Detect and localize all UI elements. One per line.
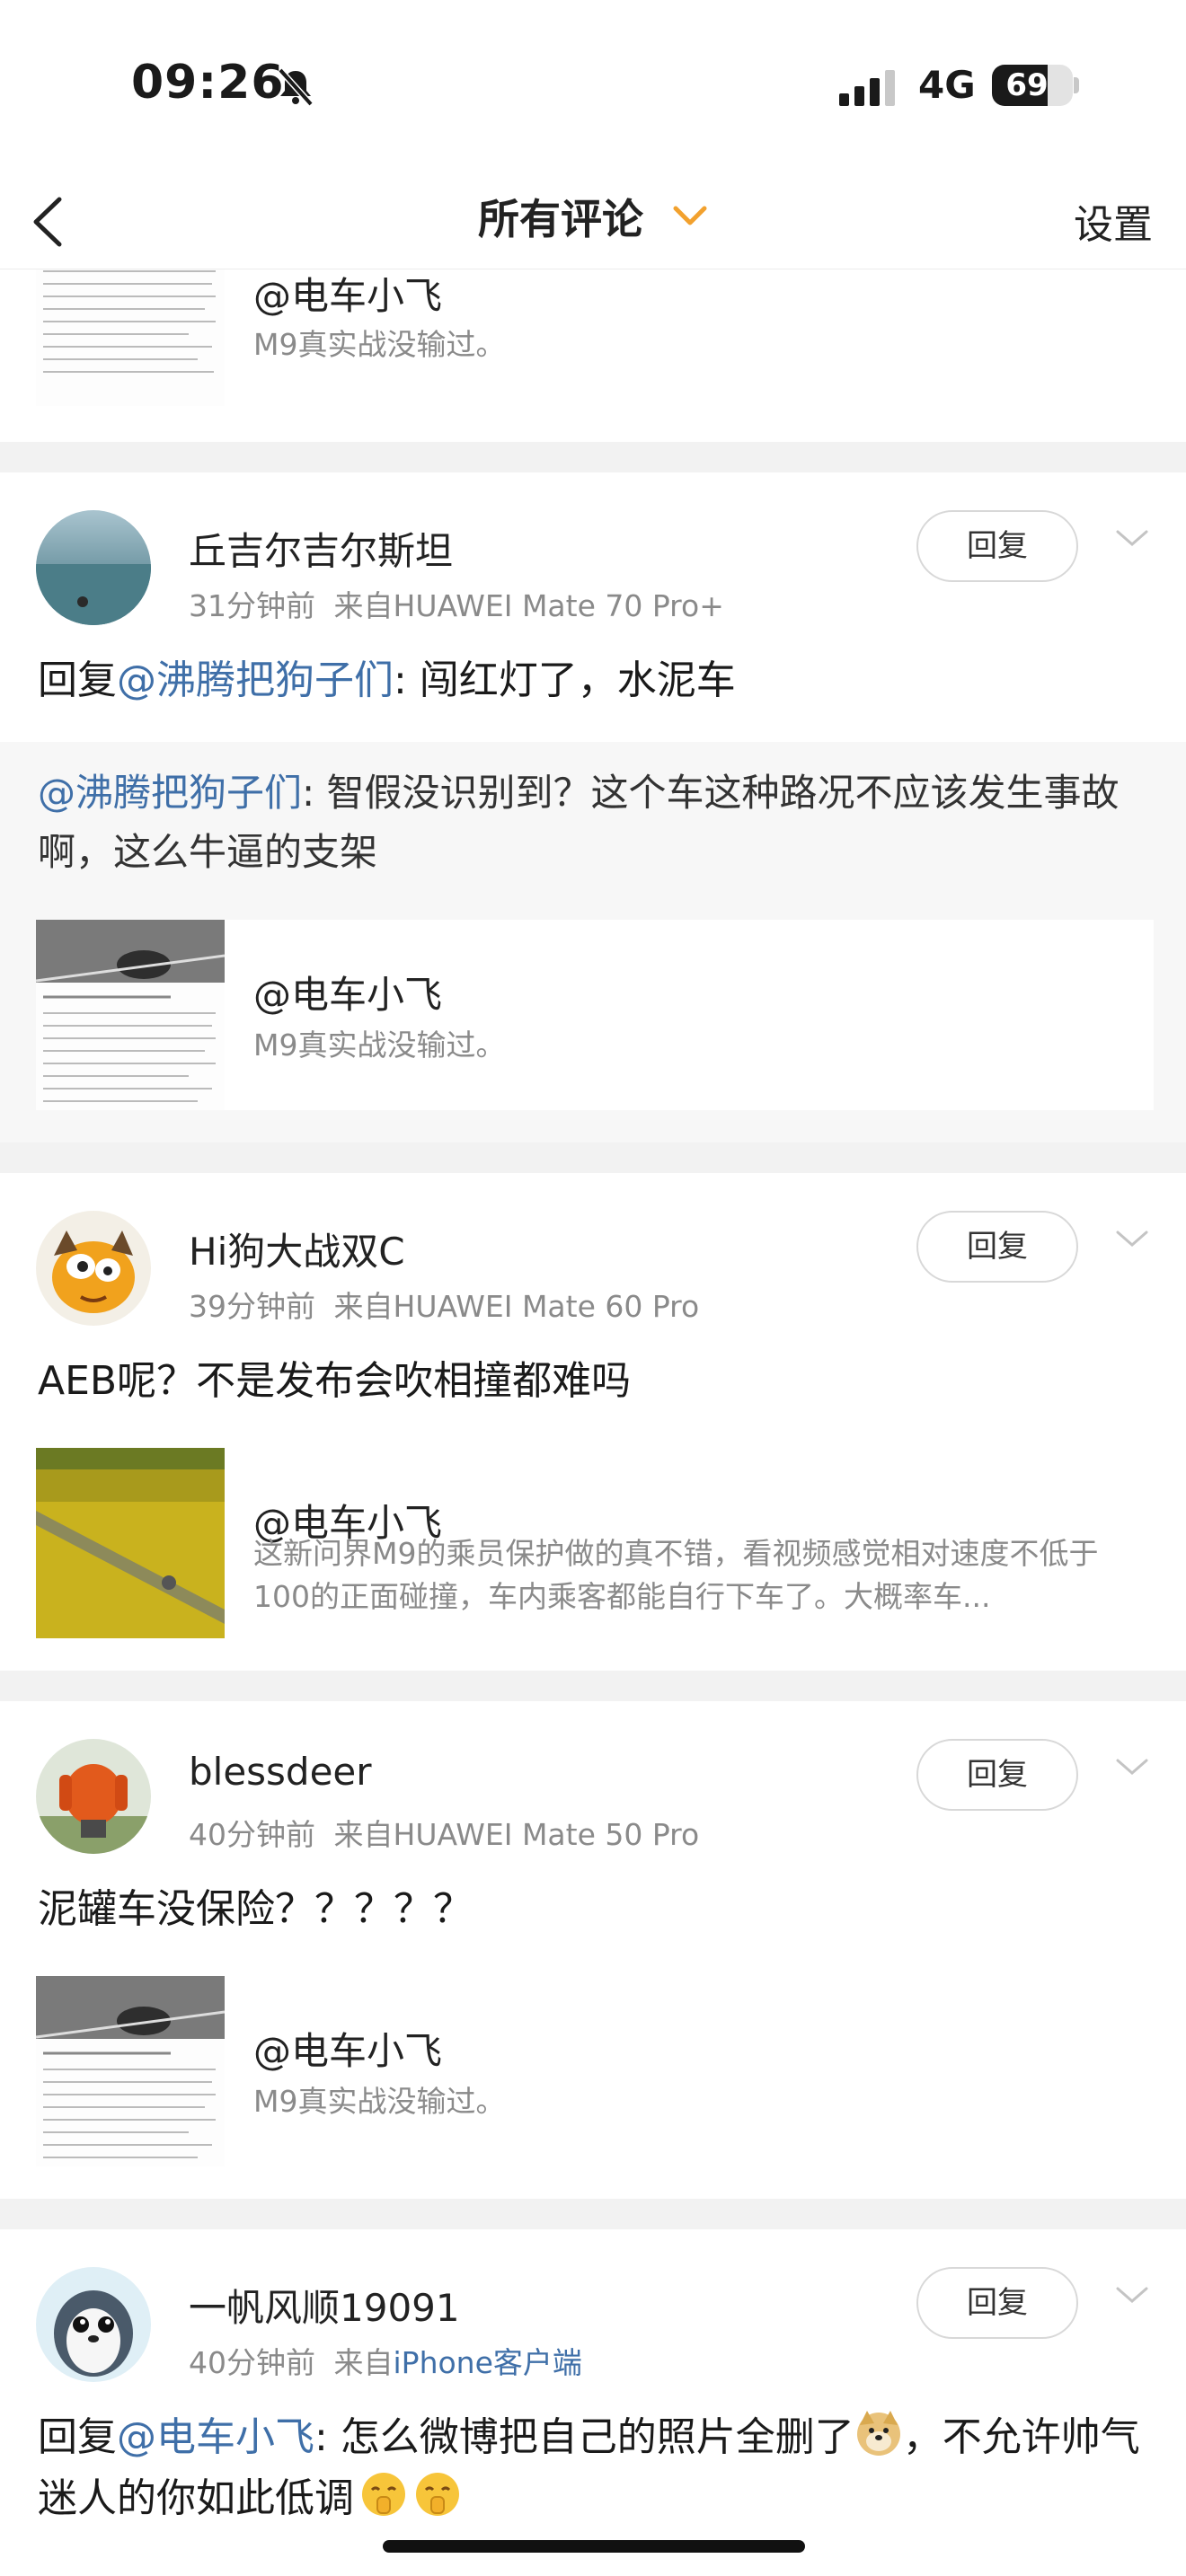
avatar[interactable]	[36, 510, 151, 625]
shush-emoji-icon	[416, 2473, 459, 2516]
comment-body: : 闯红灯了，水泥车	[394, 657, 736, 703]
comment-time: 40分钟前	[189, 2345, 315, 2380]
card-author: @电车小飞	[253, 973, 443, 1017]
section-divider	[0, 442, 1186, 472]
comment-meta: 31分钟前 来自HUAWEI Mate 70 Pro+	[189, 582, 724, 625]
mention-link[interactable]: @沸腾把狗子们	[38, 771, 302, 815]
reply-prefix: 回复	[38, 2414, 117, 2460]
chevron-down-icon[interactable]	[1112, 1225, 1152, 1252]
signal-icon	[839, 70, 895, 106]
card-snippet: M9真实战没输过。	[253, 1028, 506, 1063]
section-divider	[0, 1142, 1186, 1173]
chevron-down-icon[interactable]	[1112, 2281, 1152, 2308]
comment-source-prefix: 来自	[333, 588, 394, 623]
comment-source: HUAWEI Mate 70 Pro+	[393, 588, 724, 623]
quoted-comment-text: @沸腾把狗子们: 智假没识别到？这个车这种路况不应该发生事故啊，这么牛逼的支架	[38, 763, 1152, 882]
news-thumbnail	[36, 920, 225, 1110]
settings-link[interactable]: 设置	[1074, 192, 1153, 250]
quoted-weibo-card[interactable]: @电车小飞 M9真实战没输过。	[36, 1976, 1154, 2166]
shush-emoji-icon	[362, 2473, 405, 2516]
card-snippet: 这新问界M9的乘员保护做的真不错，看视频感觉相对速度不低于100的正面碰撞，车内…	[253, 1536, 1099, 1614]
card-author: @电车小飞	[253, 2029, 443, 2073]
reply-prefix: 回复	[38, 657, 117, 703]
comment-username[interactable]: 丘吉尔吉尔斯坦	[189, 521, 453, 576]
status-time: 09:26	[131, 56, 285, 110]
comment-text: 泥罐车没保险？？？？？	[38, 1886, 473, 1932]
quoted-weibo-card[interactable]: @电车小飞 M9真实战没输过。	[36, 920, 1154, 1110]
comment-source[interactable]: iPhone客户端	[394, 2345, 582, 2380]
home-indicator[interactable]	[383, 2540, 805, 2553]
section-divider	[0, 2199, 1186, 2229]
comment-text: 回复@沸腾把狗子们: 闯红灯了，水泥车	[38, 650, 1152, 711]
nav-bar: 所有评论 设置	[0, 171, 1186, 269]
battery-level: 69	[1005, 67, 1049, 103]
page-title[interactable]: 所有评论	[478, 187, 643, 246]
avatar[interactable]	[36, 1211, 151, 1326]
comment-text: 回复@电车小飞: 怎么微博把自己的照片全删了 ，不允许帅气迷人的你如此低调	[38, 2407, 1152, 2529]
reply-button[interactable]: 回复	[916, 1739, 1078, 1811]
doge-emoji-icon	[856, 2411, 900, 2456]
comment-source-prefix: 来自	[333, 1289, 394, 1324]
reply-button[interactable]: 回复	[916, 1211, 1078, 1283]
network-type: 4G	[918, 63, 976, 107]
comment-username[interactable]: blessdeer	[189, 1750, 372, 1794]
avatar[interactable]	[36, 1739, 151, 1854]
field-photo-thumbnail	[36, 1448, 225, 1638]
mention-link[interactable]: @电车小飞	[117, 2414, 314, 2460]
comment-meta: 40分钟前 来自iPhone客户端	[189, 2339, 582, 2382]
mention-link[interactable]: @沸腾把狗子们	[117, 657, 394, 703]
card-author: @电车小飞	[253, 274, 443, 318]
back-arrow-icon[interactable]	[25, 190, 70, 253]
comment-source: HUAWEI Mate 50 Pro	[393, 1817, 700, 1852]
comment-text: AEB呢？不是发布会吹相撞都难吗	[38, 1358, 632, 1404]
comment-time: 40分钟前	[189, 1817, 315, 1852]
news-thumbnail	[36, 1976, 225, 2166]
battery-icon: 69	[992, 65, 1073, 106]
quoted-weibo-card[interactable]: @电车小飞 这新问界M9的乘员保护做的真不错，看视频感觉相对速度不低于100的正…	[36, 1448, 1154, 1638]
card-snippet: M9真实战没输过。	[253, 327, 506, 362]
reply-button[interactable]: 回复	[916, 2267, 1078, 2339]
comment-body: : 怎么微博把自己的照片全删了	[314, 2414, 854, 2460]
comment-source-prefix: 来自	[333, 2345, 394, 2380]
card-snippet: M9真实战没输过。	[253, 2084, 506, 2119]
bell-muted-icon	[278, 67, 314, 107]
avatar[interactable]	[36, 2267, 151, 2382]
comment-username[interactable]: Hi狗大战双C	[189, 1222, 405, 1276]
chevron-down-icon[interactable]	[1112, 525, 1152, 551]
chevron-down-icon[interactable]	[1112, 1753, 1152, 1780]
comment-source: HUAWEI Mate 60 Pro	[393, 1289, 700, 1324]
comment-meta: 39分钟前 来自HUAWEI Mate 60 Pro	[189, 1283, 699, 1326]
section-divider	[0, 1671, 1186, 1701]
reply-button[interactable]: 回复	[916, 510, 1078, 582]
comment-source-prefix: 来自	[333, 1817, 394, 1852]
chevron-down-icon[interactable]	[670, 199, 710, 232]
comment-time: 31分钟前	[189, 588, 315, 623]
comment-username[interactable]: 一帆风顺19091	[189, 2278, 460, 2333]
battery-cap	[1074, 77, 1079, 93]
comment-time: 39分钟前	[189, 1289, 315, 1324]
status-bar: 09:26 4G 69	[0, 0, 1186, 171]
comment-meta: 40分钟前 来自HUAWEI Mate 50 Pro	[189, 1811, 699, 1854]
